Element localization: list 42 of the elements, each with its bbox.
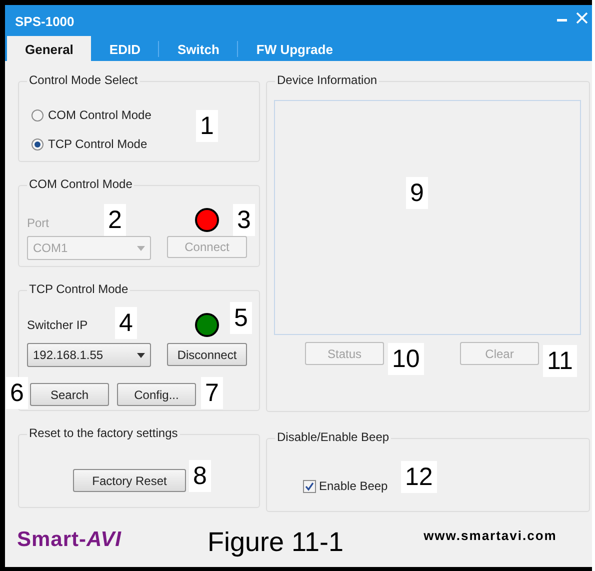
radio-button[interactable] [31, 138, 44, 150]
checkbox-label: Enable Beep [319, 478, 388, 495]
callout-number: 1 [196, 110, 218, 142]
window-title: SPS-1000 [15, 13, 74, 31]
callout-number: 12 [401, 461, 437, 493]
search-button[interactable]: Search [30, 383, 109, 406]
radio-button[interactable] [31, 108, 44, 122]
callout-number: 9 [406, 177, 428, 209]
tab[interactable]: General [7, 36, 92, 61]
group-title: Disable/Enable Beep [275, 430, 392, 444]
checkbox[interactable] [303, 480, 316, 492]
group-title: TCP Control Mode [27, 282, 130, 296]
caret-icon [137, 352, 145, 358]
radio-label: COM Control Mode [48, 107, 152, 124]
disconnect-button[interactable]: Disconnect [167, 343, 247, 366]
callout-number: 6 [6, 377, 28, 409]
dropdown[interactable]: 192.168.1.55 [27, 343, 151, 367]
group-title: Device Information [275, 73, 380, 88]
logo: Smart-AVI [17, 526, 122, 552]
tab[interactable]: EDID [91, 36, 158, 61]
callout-number: 3 [233, 204, 255, 236]
callout-number: 4 [115, 307, 137, 339]
callout-number: 8 [189, 460, 211, 492]
tab[interactable]: FW Upgrade [238, 36, 351, 61]
tab[interactable]: Switch [159, 36, 238, 61]
factory-reset-button[interactable]: Factory Reset [73, 469, 186, 492]
caret-icon [137, 246, 145, 250]
group-title: Reset to the factory settings [27, 426, 180, 440]
field-label: Switcher IP [27, 317, 88, 334]
radio-label: TCP Control Mode [48, 136, 148, 153]
callout-number: 10 [388, 343, 424, 375]
group-title: Control Mode Select [27, 73, 140, 88]
callout-number: 11 [543, 345, 577, 377]
field-label: Port [27, 215, 50, 232]
group-title: COM Control Mode [27, 177, 134, 192]
callout-number: 2 [104, 204, 126, 236]
close-icon[interactable] [576, 12, 588, 24]
website-url: www.smartavi.com [424, 526, 557, 544]
callout-number: 5 [230, 302, 252, 334]
config-button[interactable]: Config... [117, 383, 196, 406]
callout-number: 7 [201, 377, 223, 409]
figure-caption: Figure 11-1 [207, 526, 344, 559]
